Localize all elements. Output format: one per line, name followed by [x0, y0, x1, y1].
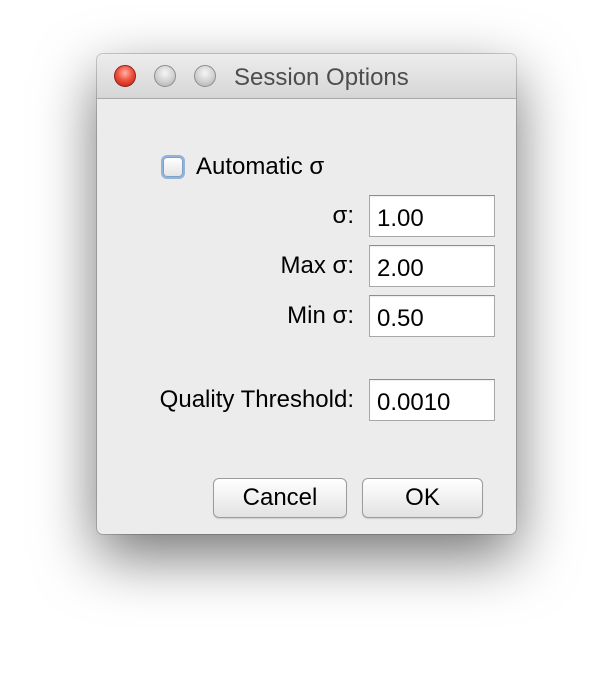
screen: Session Options Automatic σ σ: Max σ: Mi… [0, 0, 614, 676]
automatic-sigma-label[interactable]: Automatic σ [196, 153, 324, 181]
minimize-window-button[interactable] [154, 65, 176, 87]
min-sigma-field[interactable] [369, 295, 495, 337]
session-options-dialog: Session Options Automatic σ σ: Max σ: Mi… [97, 54, 516, 534]
min-sigma-label: Min σ: [287, 302, 354, 329]
title-bar[interactable]: Session Options [97, 54, 516, 99]
sigma-field[interactable] [369, 195, 495, 237]
quality-threshold-label: Quality Threshold: [159, 386, 354, 413]
sigma-label: σ: [332, 202, 354, 229]
dialog-content: Automatic σ σ: Max σ: Min σ: Quality Thr… [97, 99, 516, 534]
ok-button[interactable]: OK [362, 478, 483, 518]
max-sigma-label: Max σ: [280, 252, 355, 279]
cancel-button[interactable]: Cancel [213, 478, 347, 518]
automatic-sigma-checkbox[interactable] [163, 157, 183, 177]
max-sigma-field[interactable] [369, 245, 495, 287]
quality-threshold-field[interactable] [369, 379, 495, 421]
automatic-sigma-option[interactable]: Automatic σ [163, 152, 324, 182]
window-title: Session Options [234, 64, 409, 91]
zoom-window-button[interactable] [194, 65, 216, 87]
close-window-button[interactable] [114, 65, 136, 87]
